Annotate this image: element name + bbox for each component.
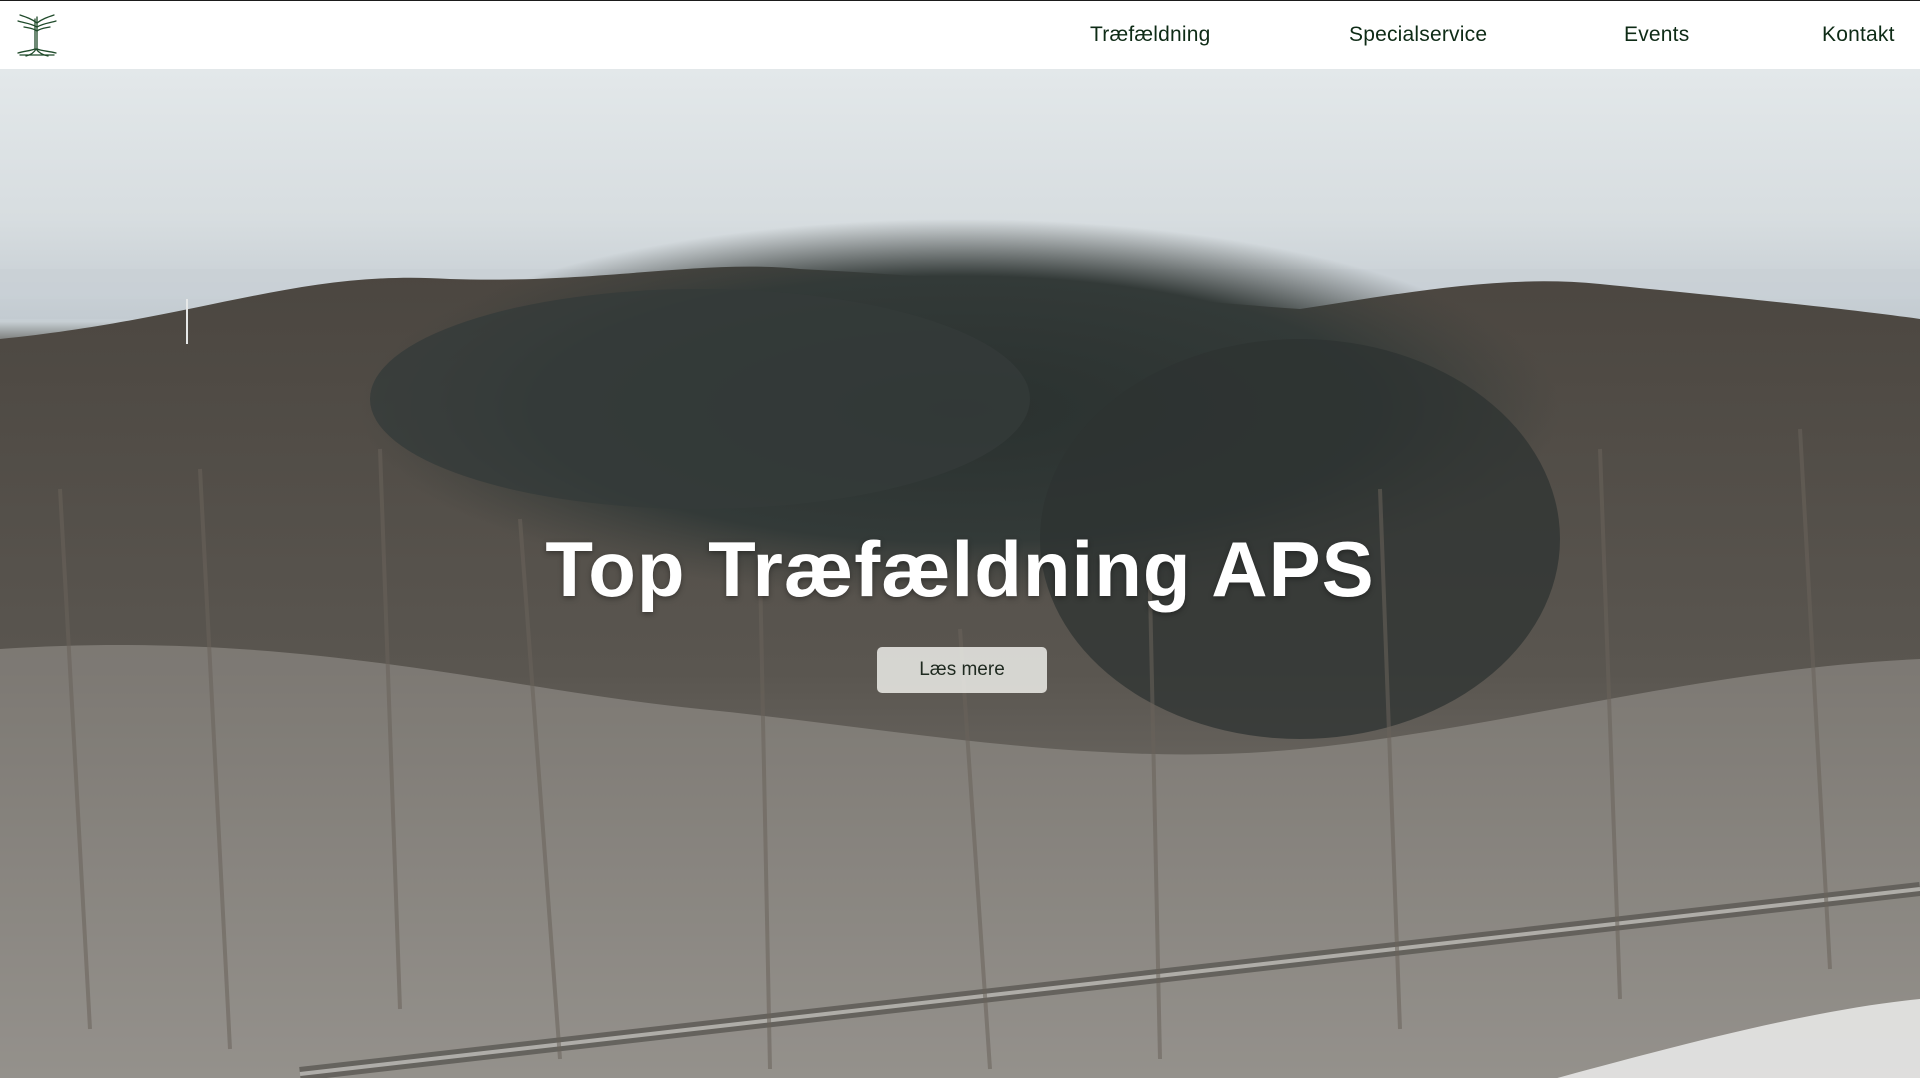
hero-title: Top Træfældning APS	[545, 525, 1375, 613]
nav-item-traefaeldning[interactable]: Træfældning	[1090, 23, 1210, 47]
logo[interactable]	[12, 11, 62, 59]
nav-item-specialservice[interactable]: Specialservice	[1349, 23, 1487, 47]
tree-roots-logo-icon	[17, 14, 57, 57]
read-more-button[interactable]: Læs mere	[877, 647, 1047, 693]
nav-item-kontakt[interactable]: Kontakt	[1822, 23, 1895, 47]
nav-item-events[interactable]: Events	[1624, 23, 1689, 47]
hero-section: Top Træfældning APS Læs mere	[0, 69, 1920, 1080]
site-header: Træfældning Specialservice Events Kontak…	[0, 1, 1920, 69]
